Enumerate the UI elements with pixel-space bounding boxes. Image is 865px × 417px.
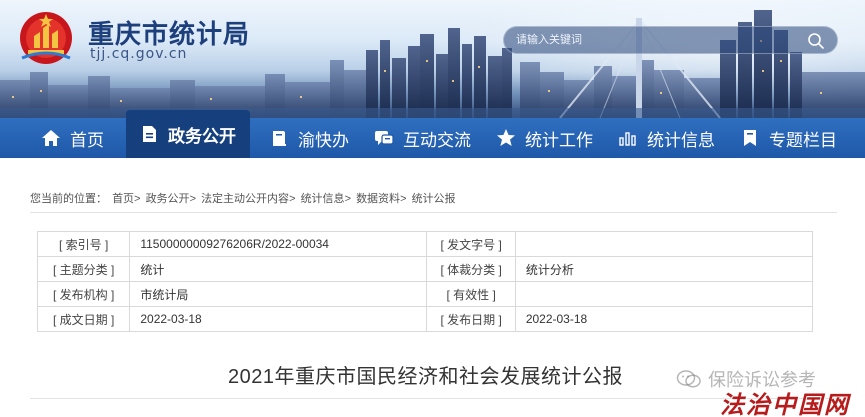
breadcrumb-divider xyxy=(30,212,837,213)
meta-label-topic: [ 主题分类 ] xyxy=(36,256,131,282)
table-row: [ 索引号 ] 11500000009276206R/2022-00034 [ … xyxy=(36,231,814,257)
search-input[interactable] xyxy=(516,30,796,50)
breadcrumb-separator: > xyxy=(189,193,196,205)
meta-value-publisher: 市统计局 xyxy=(129,281,428,307)
site-domain: tjj.cq.gov.cn xyxy=(90,46,188,62)
nav-item-yukuaiban[interactable]: 渝快办 xyxy=(256,118,361,158)
nav-item-label: 互动交流 xyxy=(403,130,471,150)
search-box xyxy=(503,26,838,54)
government-emblem-logo xyxy=(20,12,72,64)
meta-value-doc-number xyxy=(514,231,814,257)
breadcrumb-link-government-affairs[interactable]: 政务公开 xyxy=(146,193,190,205)
breadcrumb: 您当前的位置： 首页> 政务公开> 法定主动公开内容> 统计信息> 数据资料> … xyxy=(30,190,456,206)
breadcrumb-link-home[interactable]: 首页 xyxy=(112,193,134,205)
nav-item-statistics-info[interactable]: 统计信息 xyxy=(605,118,727,158)
bar-chart-icon xyxy=(619,132,636,146)
meta-value-written-date: 2022-03-18 xyxy=(129,306,428,332)
breadcrumb-separator: > xyxy=(134,193,141,205)
breadcrumb-link-data[interactable]: 数据资料 xyxy=(356,193,400,205)
nav-item-label: 政务公开 xyxy=(168,126,236,146)
meta-value-publish-date: 2022-03-18 xyxy=(514,306,814,332)
bookmark-icon xyxy=(744,130,756,146)
table-row: [ 成文日期 ] 2022-03-18 [ 发布日期 ] 2022-03-18 xyxy=(36,306,814,332)
breadcrumb-separator: > xyxy=(289,193,296,205)
search-icon[interactable] xyxy=(807,32,825,50)
wechat-icon xyxy=(676,370,701,388)
meta-value-topic: 统计 xyxy=(129,256,428,282)
book-icon xyxy=(273,131,286,146)
star-icon xyxy=(497,129,515,146)
meta-value-index: 11500000009276206R/2022-00034 xyxy=(129,231,428,257)
nav-item-label: 统计信息 xyxy=(647,130,715,150)
title-divider xyxy=(30,398,837,399)
nav-item-government-affairs[interactable]: 政务公开 xyxy=(126,110,250,158)
nav-item-statistics-work[interactable]: 统计工作 xyxy=(483,118,605,158)
nav-item-home[interactable]: 首页 xyxy=(28,118,116,158)
site-watermark-logo: 法治中国网 xyxy=(720,390,850,417)
breadcrumb-separator: > xyxy=(344,193,351,205)
meta-label-doc-number: [ 发文字号 ] xyxy=(426,231,516,257)
meta-label-index: [ 索引号 ] xyxy=(36,231,131,257)
breadcrumb-link-bulletin[interactable]: 统计公报 xyxy=(412,193,456,205)
document-meta-table: [ 索引号 ] 11500000009276206R/2022-00034 [ … xyxy=(36,231,814,332)
meta-label-publisher: [ 发布机构 ] xyxy=(36,281,131,307)
nav-item-interaction[interactable]: 互动交流 xyxy=(361,118,483,158)
meta-label-validity: [ 有效性 ] xyxy=(426,281,516,307)
home-icon xyxy=(42,130,60,146)
nav-item-label: 渝快办 xyxy=(298,130,349,150)
breadcrumb-link-statistics-info[interactable]: 统计信息 xyxy=(301,193,345,205)
main-nav: 首页 政务公开 渝快办 互动交流 统计工作 统计信息 专题栏目 xyxy=(0,110,865,158)
nav-item-label: 首页 xyxy=(70,130,104,150)
breadcrumb-prefix: 您当前的位置： xyxy=(30,193,107,205)
nav-item-label: 专题栏目 xyxy=(769,130,837,150)
breadcrumb-link-statutory-disclosure[interactable]: 法定主动公开内容 xyxy=(201,193,289,205)
nav-item-label: 统计工作 xyxy=(525,130,593,150)
meta-label-written-date: [ 成文日期 ] xyxy=(36,306,131,332)
meta-value-validity xyxy=(514,281,814,307)
meta-label-publish-date: [ 发布日期 ] xyxy=(426,306,516,332)
nav-item-special-topics[interactable]: 专题栏目 xyxy=(727,118,849,158)
table-row: [ 发布机构 ] 市统计局 [ 有效性 ] xyxy=(36,281,814,307)
meta-value-genre: 统计分析 xyxy=(514,256,814,282)
breadcrumb-separator: > xyxy=(400,193,407,205)
meta-label-genre: [ 体裁分类 ] xyxy=(426,256,516,282)
chat-icon xyxy=(375,131,394,145)
document-icon xyxy=(143,126,156,142)
table-row: [ 主题分类 ] 统计 [ 体裁分类 ] 统计分析 xyxy=(36,256,814,282)
header-banner: 重庆市统计局 tjj.cq.gov.cn xyxy=(0,0,865,118)
